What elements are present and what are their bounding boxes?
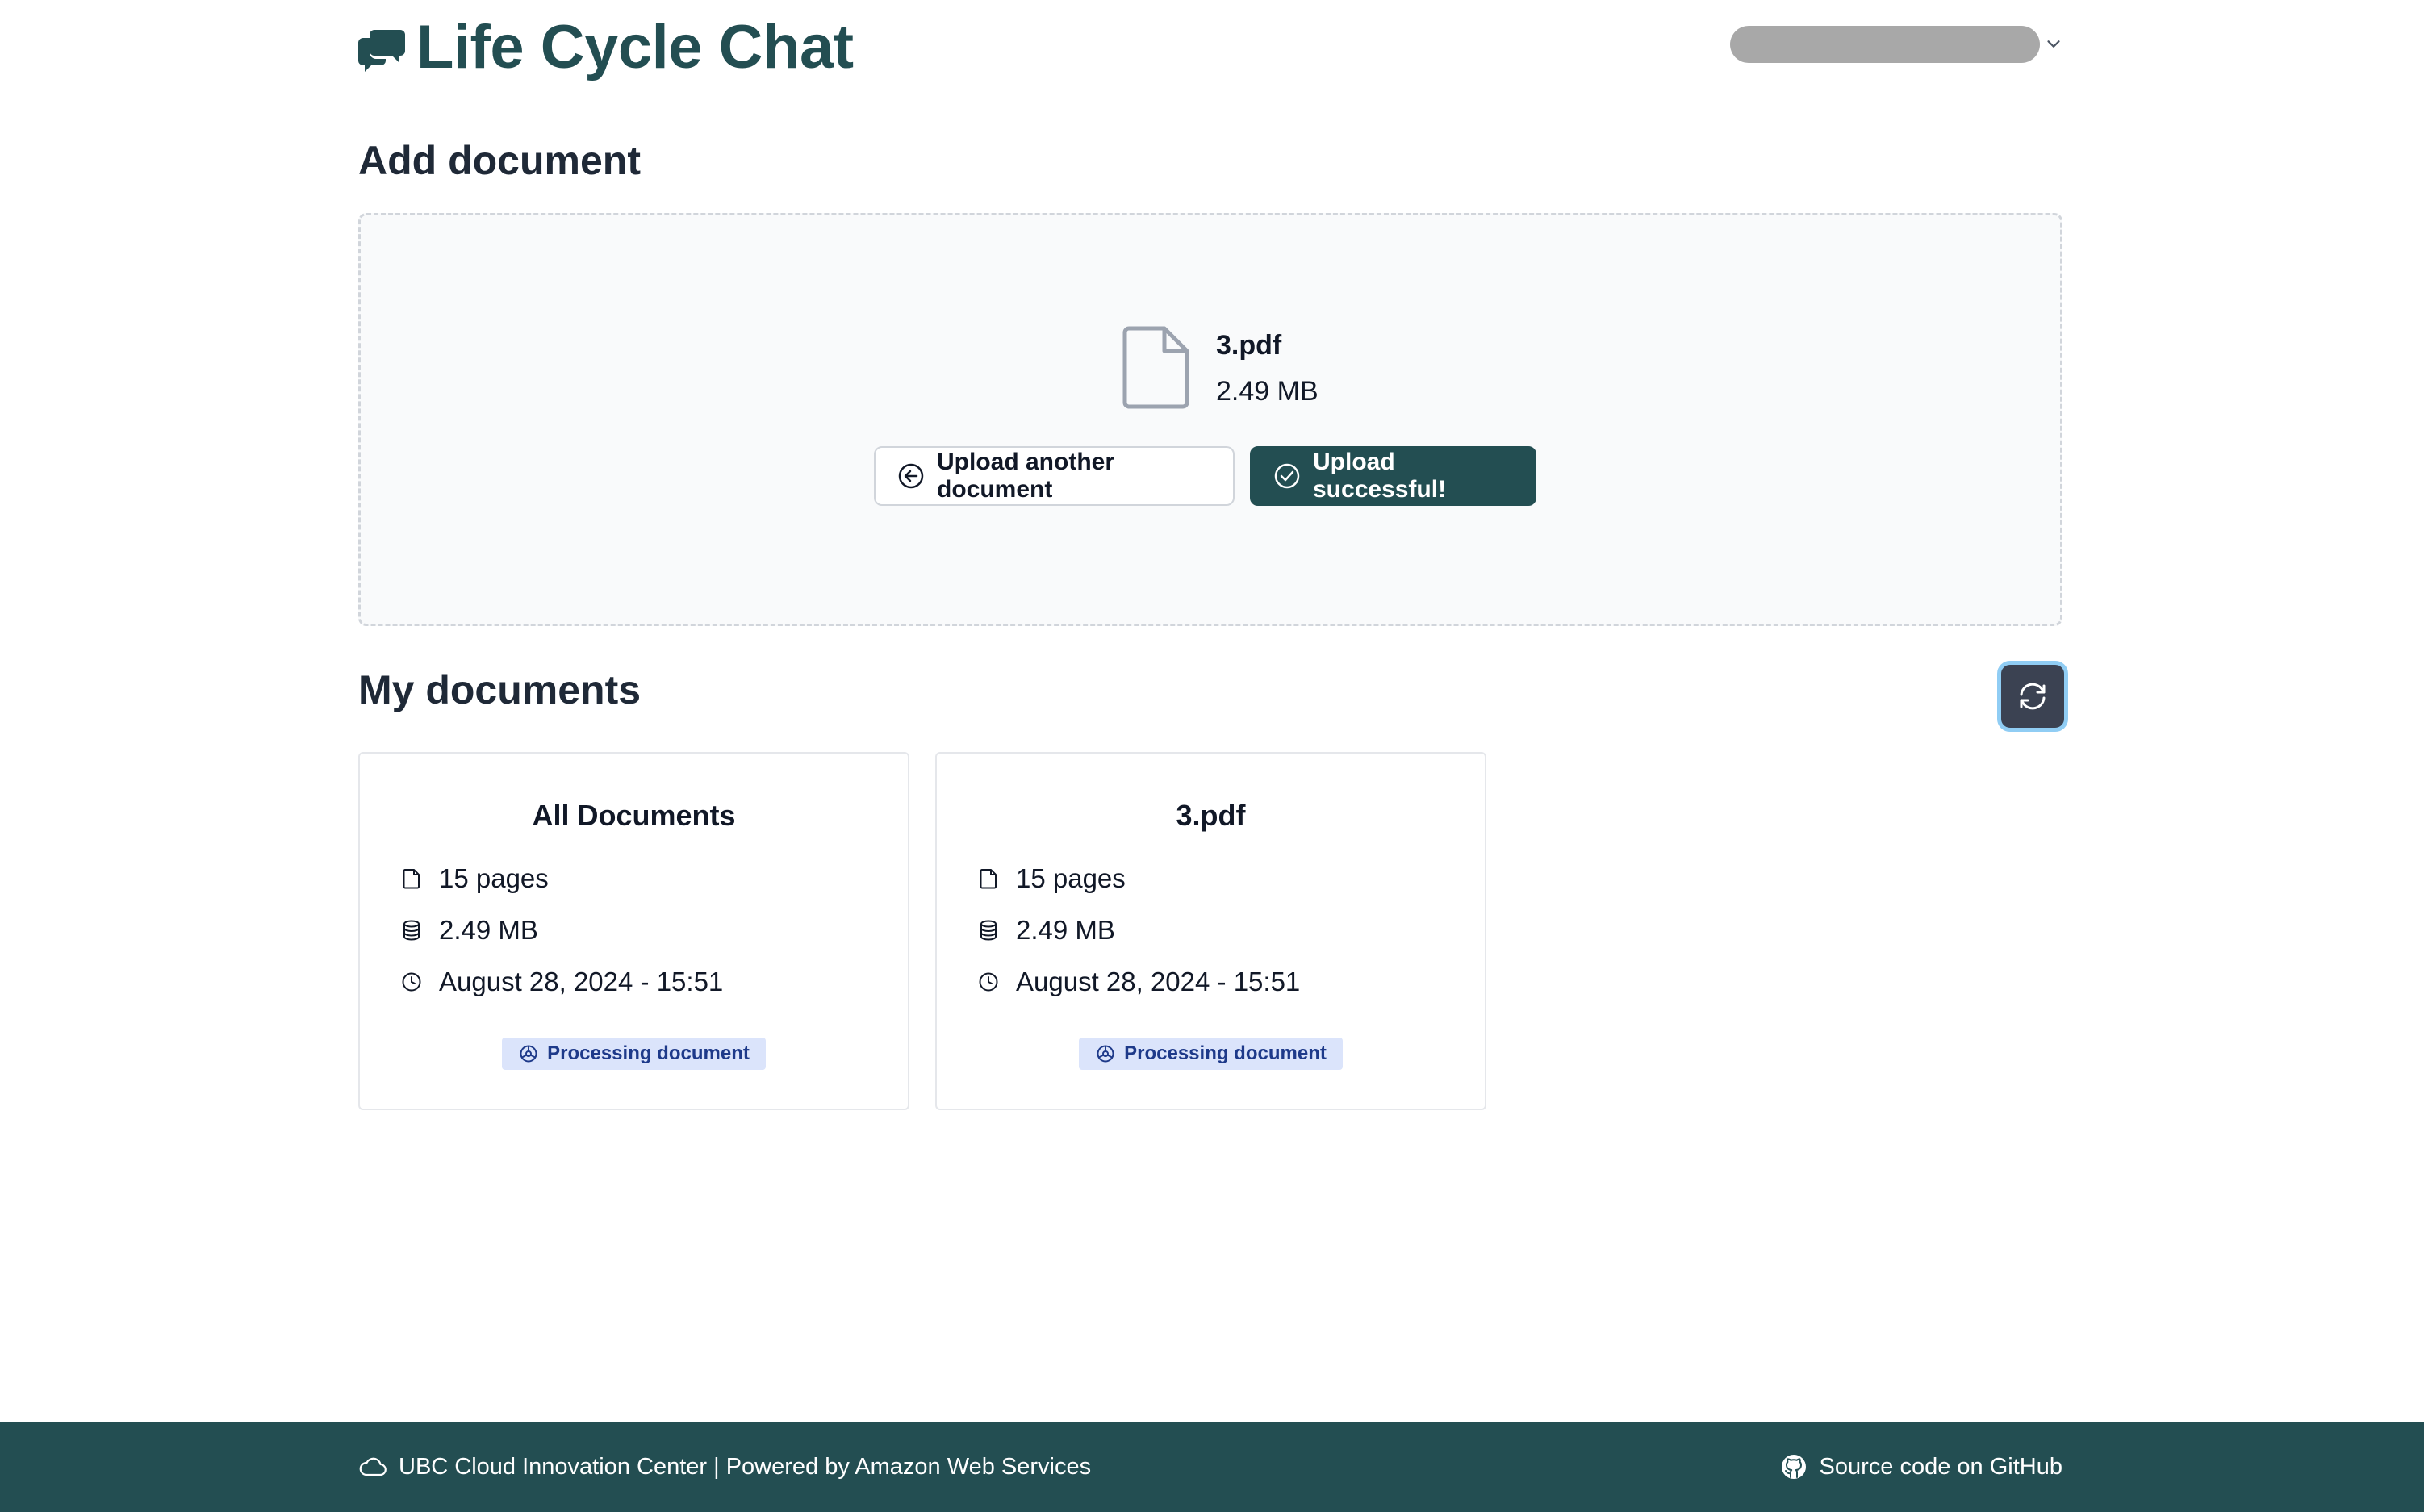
document-size-text: 2.49 MB (1016, 915, 1115, 945)
document-size: 2.49 MB (400, 915, 538, 946)
footer: UBC Cloud Innovation Center | Powered by… (0, 1422, 2424, 1512)
footer-credits-text: UBC Cloud Innovation Center | Powered by… (399, 1453, 1092, 1480)
refresh-icon (2020, 683, 2046, 710)
user-menu[interactable] (1730, 26, 2062, 63)
file-size: 2.49 MB (1216, 376, 1319, 407)
status-badge-wrap: Processing document (360, 1038, 908, 1070)
document-pages: 15 pages (977, 863, 1126, 894)
header: Life Cycle Chat (358, 11, 2062, 84)
file-icon (980, 869, 997, 889)
check-circle-icon (1274, 463, 1300, 489)
upload-another-label: Upload another document (937, 449, 1115, 503)
github-link[interactable]: Source code on GitHub (1779, 1422, 2062, 1512)
cloud-icon (359, 1457, 387, 1476)
status-badge: Processing document (1079, 1038, 1343, 1070)
arrow-left-circle-icon (898, 463, 924, 489)
status-badge-text: Processing document (1124, 1042, 1327, 1064)
footer-credits: UBC Cloud Innovation Center | Powered by… (358, 1422, 1091, 1512)
brand[interactable]: Life Cycle Chat (358, 11, 854, 84)
file-name: 3.pdf (1216, 330, 1282, 361)
my-documents-heading: My documents (358, 667, 642, 712)
upload-another-button[interactable]: Upload another document (874, 446, 1235, 506)
page: Life Cycle Chat Add document 3.pdf 2.49 … (0, 0, 2424, 1512)
database-icon (403, 920, 420, 941)
document-card[interactable]: 3.pdf 15 pages 2.49 MB August 28, 2024 -… (935, 752, 1486, 1110)
document-size-text: 2.49 MB (439, 915, 538, 945)
document-card[interactable]: All Documents 15 pages 2.49 MB August 28… (358, 752, 909, 1110)
clock-icon (979, 972, 998, 992)
chat-bubbles-icon (358, 30, 405, 72)
user-name-placeholder (1730, 26, 2040, 63)
add-document-heading: Add document (358, 138, 641, 183)
document-date: August 28, 2024 - 15:51 (977, 967, 1300, 997)
status-badge-text: Processing document (547, 1042, 750, 1064)
file-icon (403, 869, 420, 889)
github-link-text: Source code on GitHub (1819, 1453, 2062, 1480)
document-date-text: August 28, 2024 - 15:51 (1016, 967, 1301, 996)
upload-successful-label: Upload successful! (1313, 449, 1447, 503)
document-card-title: 3.pdf (1176, 799, 1246, 832)
document-card-title: All Documents (532, 799, 736, 832)
document-pages: 15 pages (400, 863, 549, 894)
document-pages-text: 15 pages (1016, 863, 1126, 893)
document-size: 2.49 MB (977, 915, 1115, 946)
gear-icon (1097, 1045, 1114, 1063)
refresh-button[interactable] (1997, 661, 2068, 732)
file-text: 3.pdf 2.49 MB (1216, 325, 1319, 407)
document-date-text: August 28, 2024 - 15:51 (439, 967, 724, 996)
file-icon (1122, 326, 1189, 409)
document-date: August 28, 2024 - 15:51 (400, 967, 723, 997)
clock-icon (402, 972, 421, 992)
document-pages-text: 15 pages (439, 863, 549, 893)
app-title: Life Cycle Chat (416, 13, 854, 81)
document-dropzone[interactable]: 3.pdf 2.49 MB Upload another document Up… (358, 213, 2062, 626)
gear-icon (520, 1045, 537, 1063)
github-icon (1781, 1455, 1806, 1479)
uploaded-file-info: 3.pdf 2.49 MB (1122, 325, 1319, 409)
status-badge: Processing document (502, 1038, 766, 1070)
upload-successful-button[interactable]: Upload successful! (1250, 446, 1536, 506)
status-badge-wrap: Processing document (937, 1038, 1485, 1070)
chevron-down-icon (2047, 40, 2060, 48)
database-icon (980, 920, 997, 941)
